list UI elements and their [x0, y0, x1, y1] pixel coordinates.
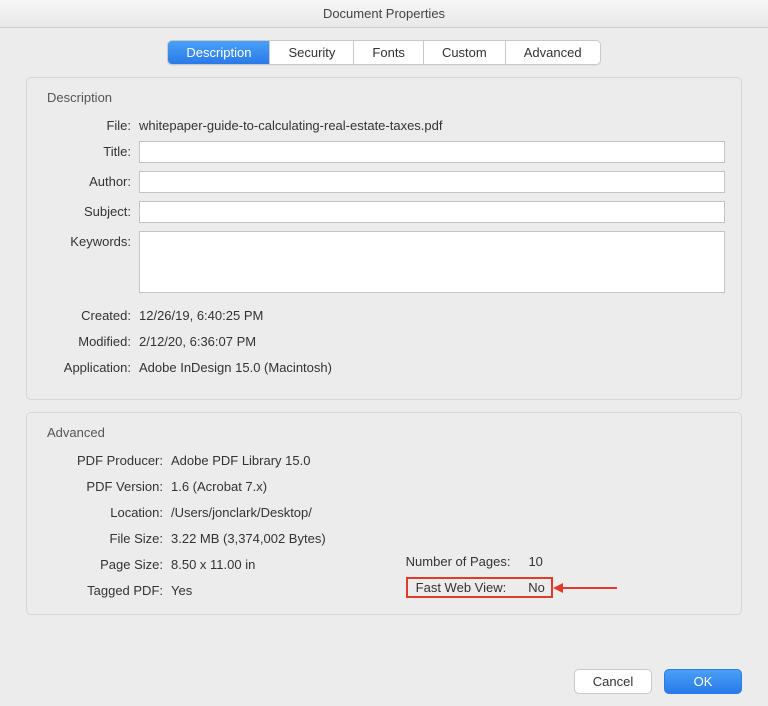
advanced-panel: Advanced PDF Producer: Adobe PDF Library…: [26, 412, 742, 615]
window-title: Document Properties: [323, 6, 445, 21]
title-bar: Document Properties: [0, 0, 768, 28]
fast-web-view-highlight: Fast Web View: No: [406, 577, 553, 598]
num-pages-value: 10: [518, 554, 542, 569]
pdf-version-value: 1.6 (Acrobat 7.x): [171, 476, 326, 494]
subject-label: Subject:: [43, 201, 139, 219]
tab-custom[interactable]: Custom: [424, 41, 506, 64]
cancel-button[interactable]: Cancel: [574, 669, 652, 694]
modified-value: 2/12/20, 6:36:07 PM: [139, 331, 725, 349]
fast-web-view-value: No: [518, 580, 545, 595]
description-panel: Description File: whitepaper-guide-to-ca…: [26, 77, 742, 400]
ok-button[interactable]: OK: [664, 669, 742, 694]
pdf-producer-value: Adobe PDF Library 15.0: [171, 450, 326, 468]
file-label: File:: [43, 115, 139, 133]
title-input[interactable]: [139, 141, 725, 163]
location-value: /Users/jonclark/Desktop/: [171, 502, 326, 520]
page-size-value: 8.50 x 11.00 in: [171, 554, 326, 572]
tab-security[interactable]: Security: [270, 41, 354, 64]
location-label: Location:: [43, 502, 171, 520]
keywords-label: Keywords:: [43, 231, 139, 249]
tagged-pdf-value: Yes: [171, 580, 326, 598]
subject-input[interactable]: [139, 201, 725, 223]
advanced-heading: Advanced: [43, 423, 725, 450]
file-size-label: File Size:: [43, 528, 171, 546]
file-value: whitepaper-guide-to-calculating-real-est…: [139, 115, 725, 133]
tab-description[interactable]: Description: [168, 41, 270, 64]
application-value: Adobe InDesign 15.0 (Macintosh): [139, 357, 725, 375]
created-label: Created:: [43, 305, 139, 323]
title-label: Title:: [43, 141, 139, 159]
num-pages-label: Number of Pages:: [406, 554, 519, 569]
application-label: Application:: [43, 357, 139, 375]
tagged-pdf-label: Tagged PDF:: [43, 580, 171, 598]
modified-label: Modified:: [43, 331, 139, 349]
tab-fonts[interactable]: Fonts: [354, 41, 424, 64]
author-label: Author:: [43, 171, 139, 189]
description-heading: Description: [43, 88, 725, 115]
created-value: 12/26/19, 6:40:25 PM: [139, 305, 725, 323]
keywords-input[interactable]: [139, 231, 725, 293]
dialog-footer: Cancel OK: [574, 669, 742, 694]
page-size-label: Page Size:: [43, 554, 171, 572]
arrow-icon: [561, 587, 617, 589]
tab-advanced[interactable]: Advanced: [506, 41, 600, 64]
author-input[interactable]: [139, 171, 725, 193]
tabs: Description Security Fonts Custom Advanc…: [0, 28, 768, 73]
pdf-producer-label: PDF Producer:: [43, 450, 171, 468]
fast-web-view-label: Fast Web View:: [416, 580, 519, 595]
file-size-value: 3.22 MB (3,374,002 Bytes): [171, 528, 326, 546]
pdf-version-label: PDF Version:: [43, 476, 171, 494]
